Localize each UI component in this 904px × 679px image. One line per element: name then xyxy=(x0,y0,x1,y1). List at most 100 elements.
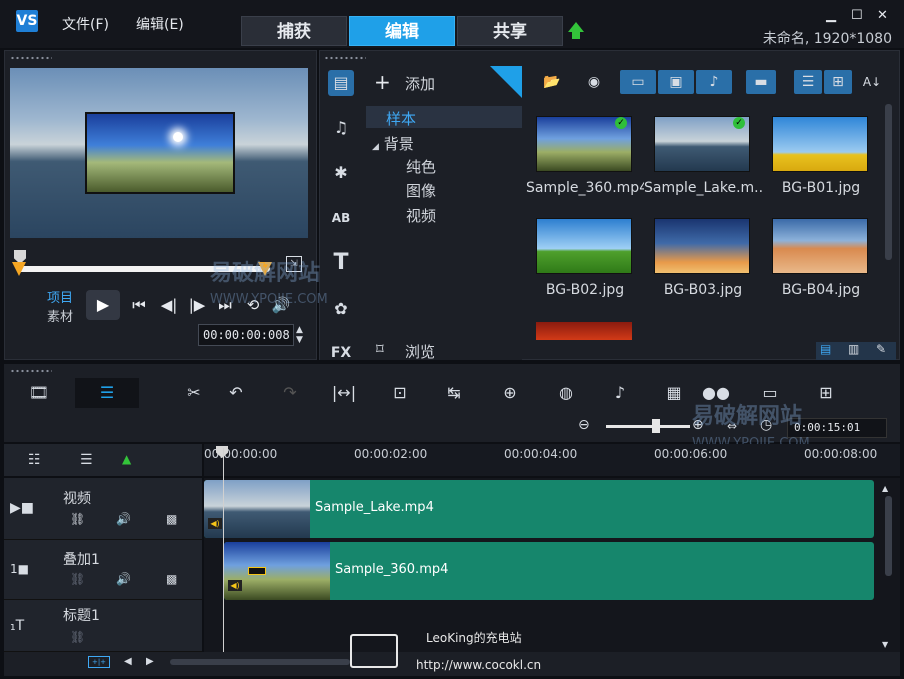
tree-item-solid[interactable]: 纯色 xyxy=(406,156,436,177)
tree-item-image[interactable]: 图像 xyxy=(406,180,436,201)
transition-icon[interactable]: ✱ xyxy=(328,160,354,186)
edit-view-icon[interactable]: ✎ xyxy=(876,342,886,356)
thumb-bg-b03[interactable]: BG-B03.jpg xyxy=(644,210,758,306)
music-icon[interactable]: ♫ xyxy=(328,115,354,141)
tab-share[interactable]: 共享 xyxy=(457,16,563,46)
zoom-slider[interactable] xyxy=(606,425,690,428)
add-icon[interactable]: + xyxy=(374,70,391,94)
add-folder-icon[interactable]: 📂 xyxy=(540,70,564,94)
thumb-partial[interactable] xyxy=(536,322,632,340)
clip-sample-lake[interactable]: Sample_Lake.mp4 xyxy=(204,480,874,538)
undo-icon[interactable]: ↶ xyxy=(222,382,250,404)
chapter-marker-icon[interactable]: ▲ xyxy=(122,452,131,466)
scroll-left-icon[interactable]: ◀ xyxy=(124,656,132,667)
maximize-icon[interactable]: ☐ xyxy=(851,8,863,23)
tree-item-background[interactable]: ◢ 背景 xyxy=(372,133,414,154)
thumb-bg-b02[interactable]: BG-B02.jpg xyxy=(526,210,640,306)
tree-item-sample[interactable]: 样本 xyxy=(386,108,416,129)
clip-sample-360[interactable]: Sample_360.mp4 xyxy=(224,542,874,600)
redo-icon[interactable]: ↷ xyxy=(276,382,304,404)
zoom-slider-knob[interactable] xyxy=(652,419,660,433)
add-track-icon[interactable]: ☰ xyxy=(80,452,93,468)
thumb-bg-b01[interactable]: BG-B01.jpg xyxy=(762,108,876,204)
timecode-spinner-icon[interactable]: ▲ ▼ xyxy=(296,325,303,345)
graphics-icon[interactable]: ✿ xyxy=(328,296,354,322)
record-capture-icon[interactable]: ◍ xyxy=(552,382,580,404)
filter-audio-icon[interactable]: ♪ xyxy=(696,70,732,94)
minimize-icon[interactable]: ▁ xyxy=(826,8,836,23)
thumb-caption: BG-B01.jpg xyxy=(781,180,861,196)
track-visibility-icon[interactable]: ▩ xyxy=(166,572,177,586)
track-area-title[interactable] xyxy=(204,600,900,652)
mode-clip[interactable]: 素材 xyxy=(47,306,73,325)
browse-icon[interactable]: ⌑ xyxy=(376,340,384,358)
next-frame-icon[interactable]: |▶ xyxy=(184,294,210,316)
list-view-icon[interactable]: ☰ xyxy=(794,70,822,94)
thumb-image xyxy=(772,116,868,172)
prev-frame-icon[interactable]: ◀| xyxy=(156,294,182,316)
close-icon[interactable]: ✕ xyxy=(877,8,888,23)
split-icon[interactable]: ↹ xyxy=(440,382,468,404)
pan-zoom-icon[interactable]: ⊕ xyxy=(496,382,524,404)
media-icon[interactable]: ▤ xyxy=(328,70,354,96)
link-icon[interactable]: ⛓ xyxy=(70,630,85,644)
crop-icon[interactable]: ⊡ xyxy=(386,382,414,404)
layout-icon[interactable]: ⊞ xyxy=(812,382,840,404)
grid-view-icon[interactable]: ⊞ xyxy=(824,70,852,94)
timeline-vscroll[interactable] xyxy=(885,496,892,576)
link-icon[interactable]: ⛓ xyxy=(70,512,85,526)
trim-start-marker[interactable] xyxy=(12,262,26,276)
scroll-right-icon[interactable]: ▶ xyxy=(146,656,154,667)
expand-icon[interactable]: ◢ xyxy=(372,142,379,152)
home-icon[interactable]: ⏮ xyxy=(126,294,152,316)
sort-icon[interactable]: A↓ xyxy=(860,70,884,94)
timeline-view-icon[interactable]: ☰ xyxy=(93,382,121,404)
audio-mix-icon[interactable]: ♪ xyxy=(606,382,634,404)
add-button[interactable]: 添加 xyxy=(405,73,435,94)
view-mode-icon[interactable]: ▬ xyxy=(746,70,776,94)
ruler-tick: 00:00:04:00 xyxy=(504,447,578,461)
track-manager-icon[interactable]: ☷ xyxy=(28,452,41,468)
track-volume-icon[interactable]: 🔊 xyxy=(116,572,131,586)
thumb-sample-lake[interactable]: ✓ Sample_Lake.m... xyxy=(644,108,762,204)
track-name-title: 标题1 xyxy=(63,608,100,624)
thumb-image: ✓ xyxy=(536,116,632,172)
filter-image-icon[interactable]: ▣ xyxy=(658,70,694,94)
track-expand-icon[interactable]: +|+ xyxy=(88,656,110,668)
filter-video-icon[interactable]: ▭ xyxy=(620,70,656,94)
tab-capture[interactable]: 捕获 xyxy=(241,16,347,46)
text-icon[interactable]: T xyxy=(328,250,354,276)
timeline-grip[interactable] xyxy=(10,368,52,374)
scroll-up-icon[interactable]: ▲ xyxy=(882,484,888,493)
panel-view-icon[interactable]: ▥ xyxy=(848,342,859,356)
link-icon[interactable]: ⛓ xyxy=(70,572,85,586)
tree-item-video[interactable]: 视频 xyxy=(406,205,436,226)
menu-edit[interactable]: 编辑(E) xyxy=(136,14,184,34)
sun xyxy=(173,132,183,142)
pin-icon[interactable] xyxy=(490,66,522,98)
tools-icon[interactable]: ✂ xyxy=(180,382,208,404)
multicam-icon[interactable]: ▦ xyxy=(660,382,688,404)
player-timecode[interactable]: 00:00:00:008 xyxy=(198,324,294,346)
library-scrollbar[interactable] xyxy=(885,104,892,260)
storyboard-view-icon[interactable]: 🎞 xyxy=(24,382,54,404)
tab-edit[interactable]: 编辑 xyxy=(349,16,455,46)
thumb-bg-b04[interactable]: BG-B04.jpg xyxy=(762,210,876,306)
timeline-hscroll[interactable] xyxy=(170,659,350,665)
track-volume-icon[interactable]: 🔊 xyxy=(116,512,131,526)
media-view-icon[interactable]: ▤ xyxy=(820,342,831,356)
browse-button[interactable]: 浏览 xyxy=(405,341,435,362)
mode-project[interactable]: 项目 xyxy=(47,287,73,306)
scroll-down-icon[interactable]: ▼ xyxy=(882,640,888,649)
zoom-out-icon[interactable]: ⊖ xyxy=(578,417,590,433)
overlay-preview xyxy=(85,112,235,194)
menu-file[interactable]: 文件(F) xyxy=(62,14,109,34)
fit-icon[interactable]: |↔| xyxy=(330,382,358,404)
track-visibility-icon[interactable]: ▩ xyxy=(166,512,177,526)
fx-icon[interactable]: FX xyxy=(328,340,354,366)
record-icon[interactable]: ◉ xyxy=(582,70,606,94)
thumb-sample-360[interactable]: ✓ Sample_360.mp4 xyxy=(526,108,644,204)
title-ab-icon[interactable]: AB xyxy=(328,205,354,231)
panel-grip[interactable] xyxy=(10,55,52,61)
play-button[interactable]: ▶ xyxy=(86,290,120,320)
